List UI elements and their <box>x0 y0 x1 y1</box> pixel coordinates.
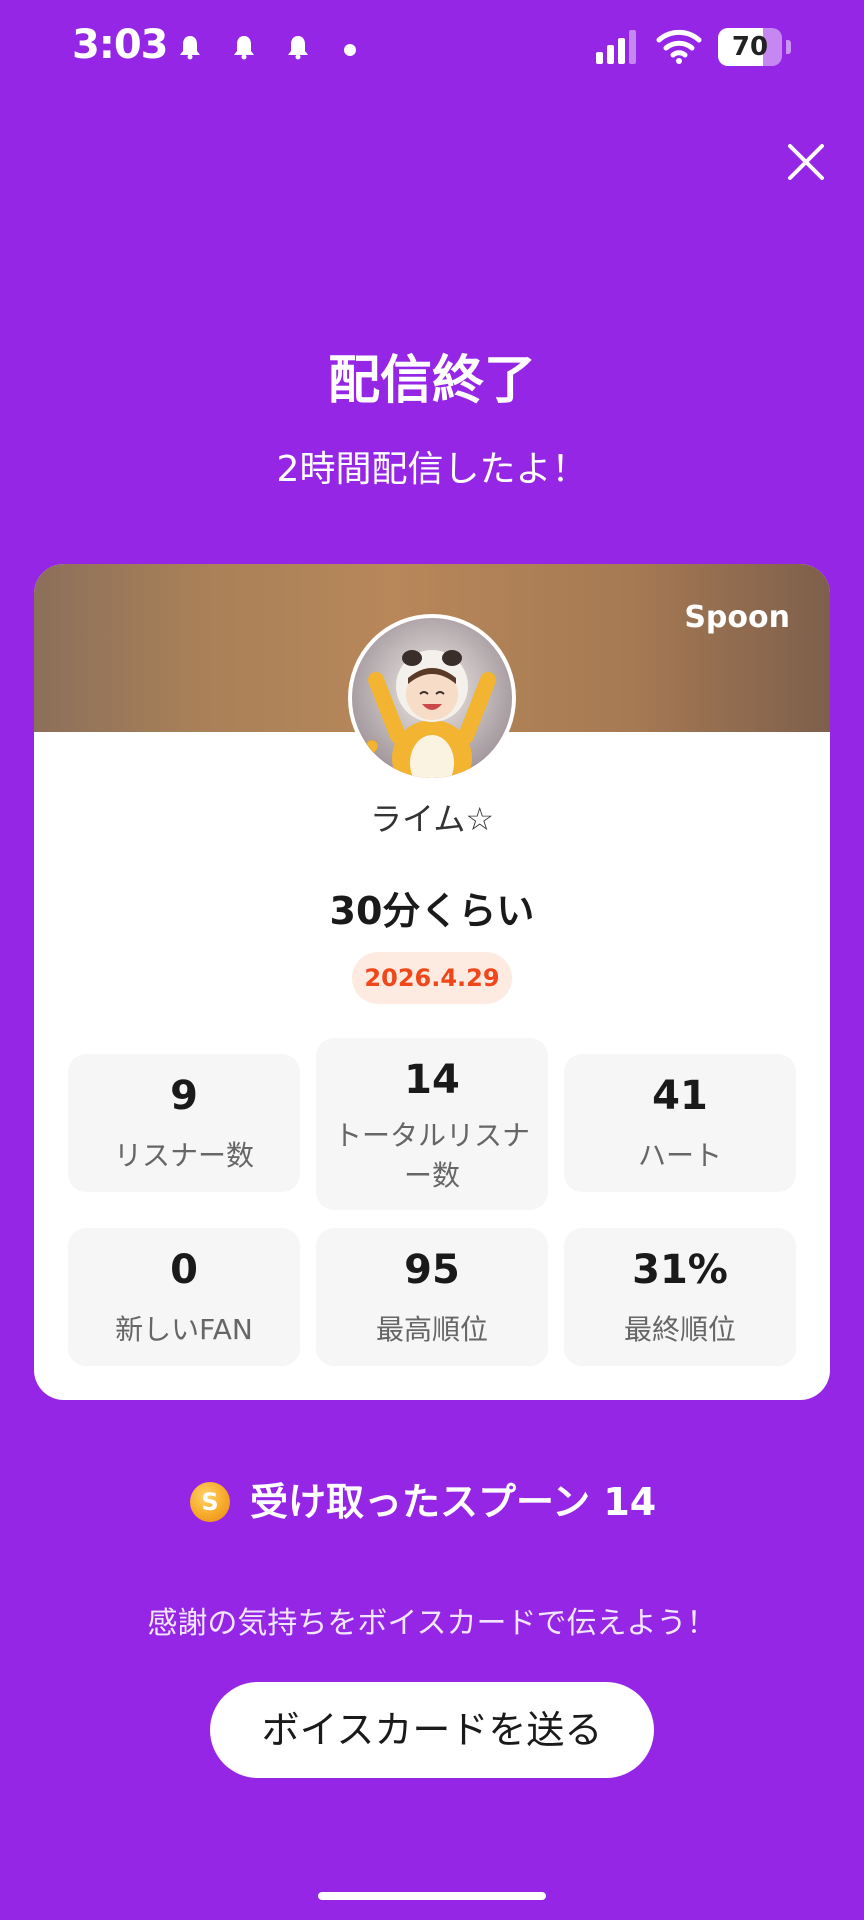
stat-label: リスナー数 <box>113 1139 254 1172</box>
page-subtitle: 2時間配信したよ！ <box>276 449 588 490</box>
broadcast-summary-card: Spoon ライム☆ 30分くらい 2026.4.29 9 リスナー数 14 ト… <box>34 564 830 1400</box>
stat-label: 最高順位 <box>375 1313 488 1346</box>
stat-value: 9 <box>170 1073 198 1119</box>
notification-bell-icon <box>288 36 308 60</box>
spoon-coin-icon: S <box>190 1482 230 1522</box>
notification-bell-icon <box>234 36 254 60</box>
wifi-icon <box>656 29 702 64</box>
avatar[interactable] <box>348 614 516 782</box>
notification-bell-icon <box>180 36 200 60</box>
avatar-image <box>352 618 512 778</box>
stat-label: 新しいFAN <box>115 1313 253 1346</box>
stat-hearts: 41 ハート <box>564 1054 796 1192</box>
stat-listeners: 9 リスナー数 <box>68 1054 300 1192</box>
page-title: 配信終了 <box>327 351 536 411</box>
home-indicator <box>318 1892 546 1900</box>
stat-value: 41 <box>652 1073 708 1119</box>
stat-total-listeners: 14 トータルリスナー数 <box>316 1038 548 1210</box>
battery-level: 70 <box>731 32 769 62</box>
username: ライム☆ <box>369 800 495 838</box>
stat-highest-rank: 95 最高順位 <box>316 1228 548 1366</box>
brand-logo: Spoon <box>684 600 790 635</box>
status-bar: 3:03 70 <box>0 0 864 100</box>
thanks-message: 感謝の気持ちをボイスカードで伝えよう！ <box>147 1606 717 1641</box>
broadcast-duration: 30分くらい <box>329 889 535 933</box>
stat-final-rank: 31% 最終順位 <box>564 1228 796 1366</box>
date-badge: 2026.4.29 <box>352 952 512 1004</box>
received-spoons: S 受け取ったスプーン 14 <box>0 1474 864 1530</box>
received-spoons-label: 受け取ったスプーン 14 <box>250 1480 657 1524</box>
dot-icon <box>344 44 356 56</box>
stat-new-fans: 0 新しいFAN <box>68 1228 300 1366</box>
signal-icon <box>596 30 636 64</box>
stat-value: 0 <box>170 1247 198 1293</box>
stat-label: トータルリスナー数 <box>334 1119 531 1192</box>
send-voice-card-button[interactable]: ボイスカードを送る <box>210 1682 654 1778</box>
close-icon <box>788 144 824 180</box>
stat-value: 31% <box>632 1247 728 1293</box>
stat-value: 95 <box>404 1247 460 1293</box>
stat-label: 最終順位 <box>623 1313 736 1346</box>
stat-label: ハート <box>637 1139 722 1172</box>
close-button[interactable] <box>780 136 832 188</box>
stat-value: 14 <box>404 1057 460 1103</box>
battery-icon: 70 <box>718 28 791 66</box>
status-time: 3:03 <box>72 22 168 68</box>
